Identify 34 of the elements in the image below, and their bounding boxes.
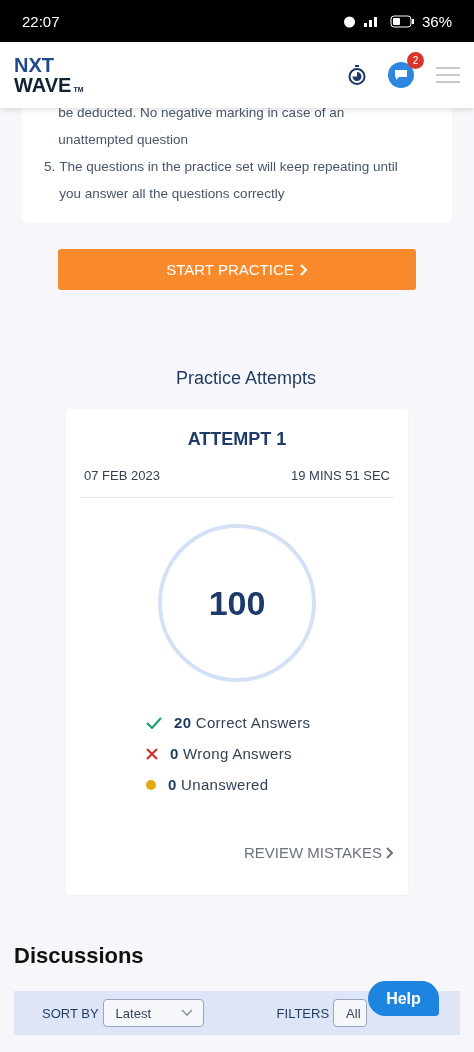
attempt-date: 07 FEB 2023 — [84, 468, 160, 483]
discussions-title: Discussions — [14, 943, 145, 969]
attempt-duration: 19 MINS 51 SEC — [291, 468, 390, 483]
status-time: 22:07 — [22, 12, 60, 30]
chat-button[interactable] — [388, 62, 414, 88]
instruction-text: be deducted. No negative marking in case of an unattempted question — [58, 104, 346, 149]
notification-badge: 2 — [407, 52, 424, 69]
result-text: 0 Wrong Answers — [170, 745, 292, 762]
help-button[interactable]: Help — [368, 981, 439, 1016]
score-ring: 100 — [158, 524, 316, 682]
dot-icon — [146, 779, 156, 790]
alarm-icon — [342, 14, 356, 28]
chevron-right-icon — [386, 846, 394, 859]
cross-icon — [146, 747, 158, 760]
attempt-title: ATTEMPT 1 — [186, 429, 288, 450]
chevron-down-icon — [180, 1009, 193, 1017]
stopwatch-icon[interactable] — [348, 65, 366, 85]
sort-dropdown[interactable]: Latest — [102, 999, 204, 1027]
review-mistakes-link[interactable]: REVIEW MISTAKES — [243, 844, 394, 861]
result-text: 0 Unanswered — [168, 776, 269, 793]
result-text: 20 Correct Answers — [174, 714, 311, 731]
section-title: Practice Attempts — [174, 368, 318, 389]
logo-text: WAVE — [14, 75, 72, 95]
logo-text: NXT — [14, 55, 55, 75]
filters-label: FILTERS — [276, 1005, 330, 1021]
battery-percent: 36% — [421, 12, 452, 30]
list-number: 5. — [44, 158, 56, 176]
battery-icon — [389, 14, 414, 28]
check-icon — [146, 716, 162, 729]
sort-label: SORT BY — [42, 1005, 99, 1021]
filters-dropdown[interactable]: All — [333, 999, 368, 1027]
chat-icon — [394, 69, 408, 81]
chevron-right-icon — [299, 263, 308, 276]
instruction-text: The questions in the practice set will keep repeating until you answer all the questions correctly — [59, 158, 399, 203]
